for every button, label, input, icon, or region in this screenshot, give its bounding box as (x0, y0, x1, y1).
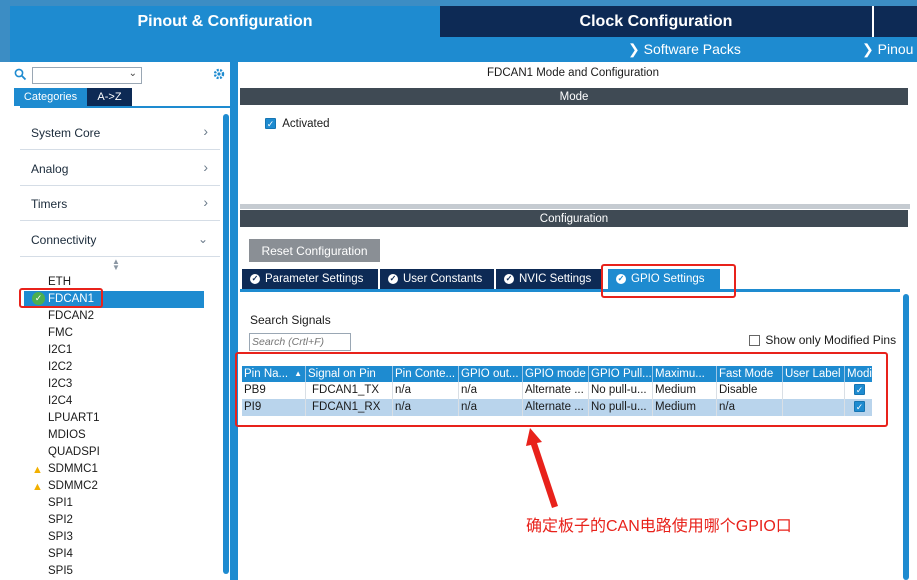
red-arrow-icon (526, 428, 558, 508)
tab-parameter-settings[interactable]: ✓ Parameter Settings (242, 269, 378, 289)
left-scrollbar[interactable] (223, 114, 229, 574)
category-label: Timers (31, 197, 68, 211)
category-label: Analog (31, 162, 69, 176)
chevron-down-icon: ❯ (628, 41, 640, 57)
split-divider[interactable] (240, 204, 910, 209)
chevron-right-icon: › (203, 194, 208, 210)
warning-icon: ▲ (32, 464, 43, 476)
highlight-box-gpio-table (235, 352, 888, 427)
activated-option[interactable]: ✓ Activated (265, 118, 330, 130)
peripheral-item[interactable]: SPI3 (48, 531, 73, 543)
peripheral-item[interactable]: SDMMC1 (48, 463, 98, 475)
categories-pane: ⌄ Categories A->Z System Core › Analog ›… (10, 62, 230, 580)
pane-title: FDCAN1 Mode and Configuration (487, 67, 659, 79)
chevron-right-icon: › (203, 159, 208, 175)
chevron-right-icon: › (203, 123, 208, 139)
chevron-down-icon: ❯ (862, 41, 874, 57)
search-icon[interactable] (14, 68, 27, 81)
highlight-box-gpio-tab (601, 264, 736, 298)
search-signals-label: Search Signals (250, 313, 331, 327)
mode-configuration-pane: FDCAN1 Mode and Configuration Mode ✓ Act… (238, 62, 917, 580)
tab-underline (240, 289, 900, 292)
mode-header: Mode (240, 88, 908, 105)
activated-label: Activated (282, 118, 330, 130)
tab-a-z[interactable]: A->Z (87, 88, 132, 106)
tab-nvic-settings[interactable]: ✓ NVIC Settings (496, 269, 602, 289)
checkbox-checked-icon[interactable]: ✓ (265, 118, 276, 130)
software-packs-menu[interactable]: ❯ Software Packs (628, 41, 741, 58)
show-modified-option[interactable]: Show only Modified Pins (749, 333, 896, 347)
check-circle-icon: ✓ (388, 274, 398, 284)
peripheral-item[interactable]: QUADSPI (48, 446, 100, 458)
category-timers[interactable]: Timers › (20, 185, 220, 221)
tab-label: Parameter Settings (265, 273, 364, 285)
configuration-header: Configuration (240, 210, 908, 227)
category-label: System Core (31, 126, 101, 140)
category-search-input[interactable]: ⌄ (32, 67, 142, 84)
tab-categories[interactable]: Categories (14, 88, 87, 106)
checkbox-icon[interactable] (749, 335, 760, 347)
pinout-menu-label: Pinou (877, 41, 914, 57)
category-system-core[interactable]: System Core › (20, 114, 220, 150)
peripheral-item[interactable]: I2C1 (48, 344, 72, 356)
tab-user-constants[interactable]: ✓ User Constants (380, 269, 494, 289)
tab-pinout-configuration[interactable]: Pinout & Configuration (10, 6, 440, 37)
peripheral-item[interactable]: FDCAN2 (48, 310, 94, 322)
chevron-down-icon[interactable]: ⌄ (129, 68, 137, 79)
warning-icon: ▲ (32, 481, 43, 493)
divider (20, 106, 230, 108)
peripheral-item[interactable]: I2C4 (48, 395, 72, 407)
check-circle-icon: ✓ (504, 274, 514, 284)
category-label: Connectivity (31, 233, 97, 247)
chevron-down-icon: ⌄ (197, 232, 208, 246)
highlight-box-fdcan1 (19, 288, 103, 308)
right-scrollbar[interactable] (903, 294, 909, 580)
peripheral-item[interactable]: SDMMC2 (48, 480, 98, 492)
check-circle-icon: ✓ (250, 274, 260, 284)
tab-overflow[interactable] (872, 6, 917, 37)
category-analog[interactable]: Analog › (20, 150, 220, 186)
software-packs-label: Software Packs (643, 41, 741, 57)
show-modified-label: Show only Modified Pins (765, 333, 897, 347)
peripheral-item[interactable]: MDIOS (48, 429, 86, 441)
sub-menu-bar: ❯ Software Packs ❯ Pinou (10, 37, 917, 62)
top-bar: Pinout & Configuration Clock Configurati… (0, 0, 917, 62)
peripheral-item[interactable]: SPI4 (48, 548, 73, 560)
gear-icon[interactable] (212, 67, 226, 81)
pane-divider[interactable] (230, 62, 238, 580)
category-search-row: ⌄ (10, 65, 230, 87)
pinout-menu[interactable]: ❯ Pinou (862, 41, 913, 58)
peripheral-item[interactable]: SPI2 (48, 514, 73, 526)
peripheral-item[interactable]: LPUART1 (48, 412, 100, 424)
peripheral-item[interactable]: I2C3 (48, 378, 72, 390)
search-signals-input[interactable] (249, 333, 351, 351)
peripheral-item[interactable]: SPI5 (48, 565, 73, 577)
tab-label: User Constants (403, 273, 483, 285)
annotation-text: 确定板子的CAN电路使用哪个GPIO口 (526, 518, 792, 535)
tab-label: NVIC Settings (519, 273, 592, 285)
category-connectivity[interactable]: Connectivity ⌄ (20, 221, 220, 257)
peripheral-item[interactable]: ETH (48, 276, 71, 288)
tab-clock-configuration[interactable]: Clock Configuration (440, 6, 872, 37)
peripheral-item[interactable]: I2C2 (48, 361, 72, 373)
reset-configuration-button[interactable]: Reset Configuration (249, 239, 380, 262)
sort-icon[interactable]: ▲ ▼ (112, 258, 120, 272)
peripheral-item[interactable]: FMC (48, 327, 73, 339)
peripheral-item[interactable]: SPI1 (48, 497, 73, 509)
